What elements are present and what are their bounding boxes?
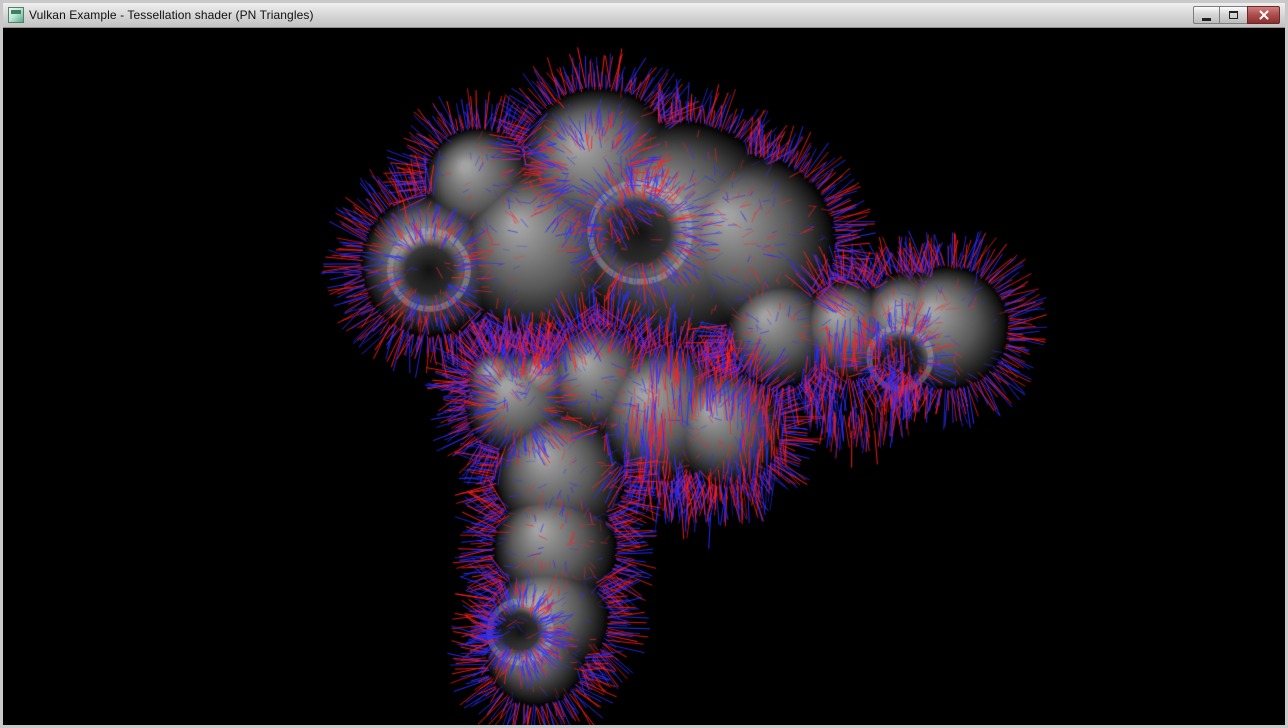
maximize-button[interactable]	[1220, 6, 1247, 24]
app-icon	[8, 7, 24, 23]
window-controls	[1193, 6, 1280, 24]
titlebar[interactable]: Vulkan Example - Tessellation shader (PN…	[3, 3, 1285, 28]
close-button[interactable]	[1247, 6, 1280, 24]
minimize-button[interactable]	[1193, 6, 1220, 24]
app-window: Vulkan Example - Tessellation shader (PN…	[0, 0, 1288, 728]
viewport[interactable]	[3, 28, 1285, 725]
close-icon	[1258, 9, 1270, 21]
render-canvas[interactable]	[3, 28, 1285, 725]
window-title: Vulkan Example - Tessellation shader (PN…	[29, 8, 314, 22]
minimize-icon	[1202, 18, 1211, 21]
maximize-icon	[1229, 11, 1238, 19]
